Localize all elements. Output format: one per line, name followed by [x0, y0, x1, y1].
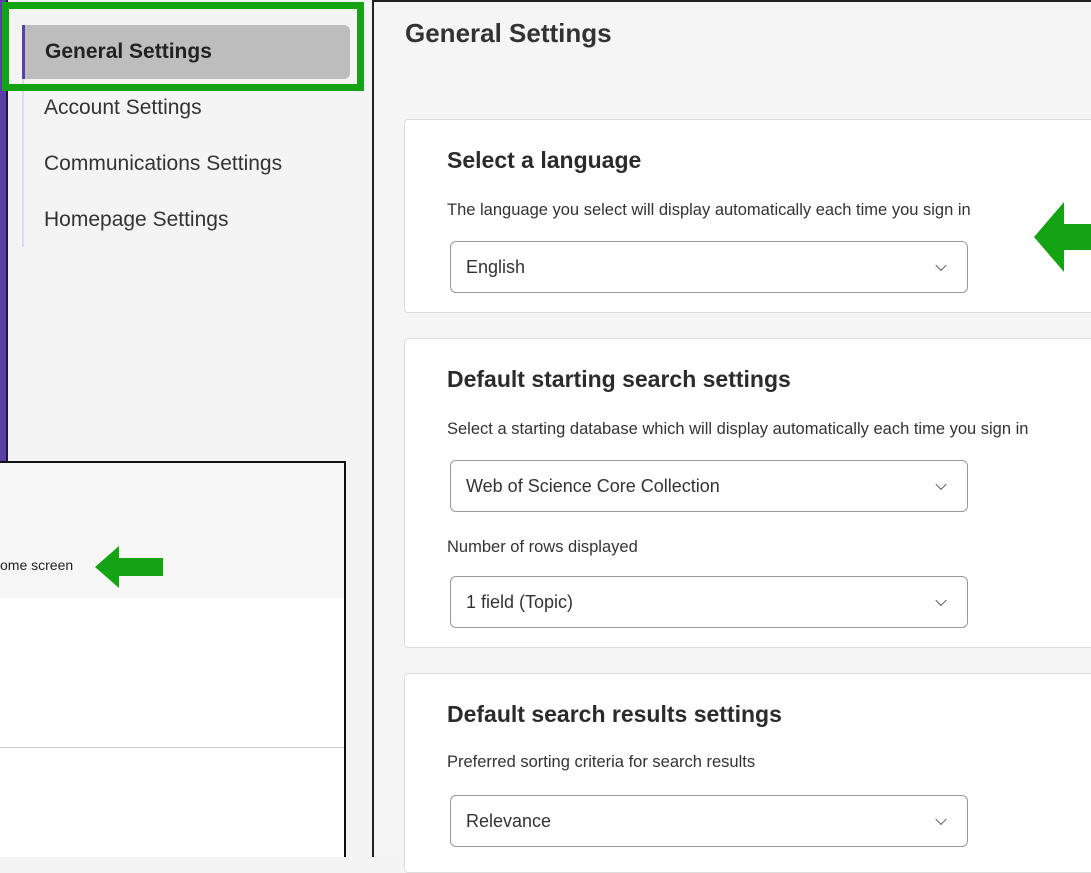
database-select[interactable]: Web of Science Core Collection: [450, 460, 968, 512]
sidebar-item-label: Homepage Settings: [44, 208, 229, 231]
page-title: General Settings: [405, 18, 612, 48]
search-card-description: Select a starting database which will di…: [447, 420, 1029, 438]
chevron-down-icon: [935, 478, 947, 491]
database-select-value: Web of Science Core Collection: [466, 475, 720, 496]
sidebar-item-general-settings[interactable]: General Settings: [22, 25, 350, 79]
language-card-title: Select a language: [447, 147, 642, 173]
sort-select-value: Relevance: [466, 810, 552, 831]
inset-screenshot: ome screen: [0, 461, 346, 857]
sort-select[interactable]: Relevance: [450, 795, 968, 847]
inset-divider: [0, 747, 344, 748]
sidebar-item-label: Communications Settings: [44, 152, 283, 175]
chevron-down-icon: [935, 259, 947, 272]
sidebar-item-homepage-settings[interactable]: Homepage Settings: [24, 193, 352, 247]
language-card: Select a language The language you selec…: [404, 119, 1091, 313]
language-select-value: English: [466, 256, 526, 277]
rows-select-value: 1 field (Topic): [466, 591, 574, 612]
language-select[interactable]: English: [450, 241, 968, 293]
arrow-left-icon: [1034, 202, 1091, 272]
language-card-description: The language you select will display aut…: [447, 201, 971, 219]
results-card-description: Preferred sorting criteria for search re…: [447, 753, 756, 771]
chevron-down-icon: [935, 594, 947, 607]
arrow-left-icon: [95, 546, 163, 588]
rows-select[interactable]: 1 field (Topic): [450, 576, 968, 628]
search-card-title: Default starting search settings: [447, 366, 791, 392]
chevron-down-icon: [935, 813, 947, 826]
sidebar-item-label: General Settings: [45, 40, 212, 63]
inset-text: ome screen: [0, 557, 74, 573]
results-settings-card: Default search results settings Preferre…: [404, 673, 1091, 873]
results-card-title: Default search results settings: [447, 701, 782, 727]
sidebar-item-account-settings[interactable]: Account Settings: [24, 81, 352, 135]
search-settings-card: Default starting search settings Select …: [404, 338, 1091, 648]
rows-label: Number of rows displayed: [447, 538, 638, 556]
sidebar-item-communications-settings[interactable]: Communications Settings: [24, 137, 352, 191]
sidebar-item-label: Account Settings: [44, 96, 202, 119]
inset-header: [0, 463, 344, 598]
